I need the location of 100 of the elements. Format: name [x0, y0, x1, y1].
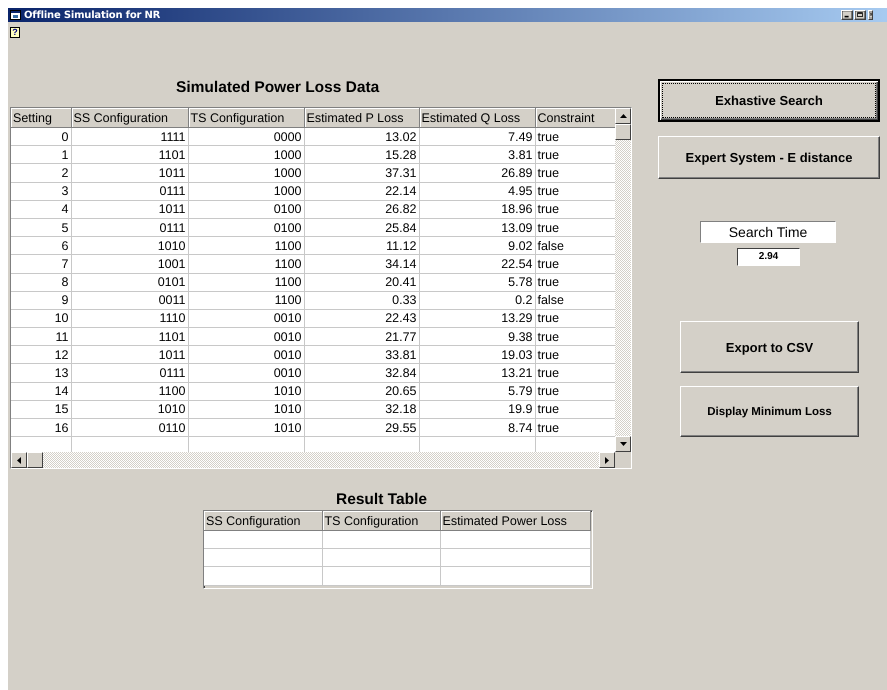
- maximize-button[interactable]: [854, 10, 866, 20]
- column-header[interactable]: TS Configuration: [322, 511, 440, 530]
- table-title: Result Table: [335, 491, 428, 510]
- scroll-up-button[interactable]: [615, 108, 631, 124]
- table-cell: 22.54: [419, 254, 535, 273]
- table-cell: 0110: [71, 418, 188, 437]
- table-cell: 1010: [71, 236, 188, 255]
- table-cell: 13.29: [419, 309, 535, 328]
- scroll-down-button[interactable]: [615, 436, 631, 452]
- table-cell: 19.03: [419, 346, 535, 364]
- table-cell: 0: [11, 128, 71, 146]
- table-cell: 9: [11, 291, 71, 310]
- table-cell: 10: [11, 309, 71, 328]
- table-cell: 1011: [71, 200, 188, 218]
- table-cell: 0111: [71, 182, 188, 200]
- table-cell: 1100: [188, 291, 304, 310]
- table-cell: 6: [11, 236, 71, 255]
- table-cell: 5.79: [419, 382, 535, 400]
- table-cell: 8.74: [419, 418, 535, 437]
- table-cell: 4.95: [419, 182, 535, 200]
- table-cell: 11: [11, 328, 71, 346]
- table-cell: 20.65: [304, 382, 419, 400]
- scroll-left-button[interactable]: [11, 452, 27, 468]
- table-cell: 13.02: [304, 128, 419, 146]
- table-cell: 12: [11, 346, 71, 364]
- table-cell: 1100: [188, 273, 304, 292]
- table-cell: 1100: [188, 254, 304, 273]
- table-cell: 3.81: [419, 146, 535, 164]
- table-cell: 0010: [188, 364, 304, 382]
- scrollbar-thumb[interactable]: [615, 124, 631, 140]
- help-button[interactable]: ?: [10, 27, 20, 38]
- minimize-button[interactable]: [841, 10, 853, 20]
- table-cell: 1101: [71, 146, 188, 164]
- scrollbar-thumb[interactable]: [27, 452, 43, 468]
- table-cell: 0100: [188, 218, 304, 237]
- table-cell: 1010: [188, 382, 304, 400]
- table-cell: 0111: [71, 218, 188, 237]
- table-cell: 1101: [71, 328, 188, 346]
- table-cell: 3: [11, 182, 71, 200]
- column-header[interactable]: Estimated P Loss: [304, 108, 419, 128]
- table-cell: 15.28: [304, 146, 419, 164]
- table-cell: 29.55: [304, 418, 419, 437]
- column-header[interactable]: Estimated Q Loss: [419, 108, 535, 128]
- table-cell: 2: [11, 164, 71, 182]
- column-header[interactable]: Setting: [11, 108, 71, 128]
- table-cell: 19.9: [419, 400, 535, 418]
- table-cell: 1100: [71, 382, 188, 400]
- search-button[interactable]: Exhastive Search: [658, 79, 880, 122]
- table-cell: 8: [11, 273, 71, 292]
- table-cell: 25.84: [304, 218, 419, 237]
- app-icon: [10, 10, 21, 20]
- export-button[interactable]: Export to CSV: [680, 321, 859, 373]
- table-cell: 34.14: [304, 254, 419, 273]
- table-cell: 1: [11, 146, 71, 164]
- table-cell: 0100: [188, 200, 304, 218]
- table-cell: 22.43: [304, 309, 419, 328]
- table-cell: 13.21: [419, 364, 535, 382]
- column-header[interactable]: Constraint: [535, 108, 615, 128]
- window-title: Offline Simulation for NR: [24, 10, 160, 20]
- column-header[interactable]: TS Configuration: [188, 108, 304, 128]
- table-cell: 7: [11, 254, 71, 273]
- table-cell: 0010: [188, 328, 304, 346]
- table-cell: 21.77: [304, 328, 419, 346]
- column-header[interactable]: SS Configuration: [71, 108, 188, 128]
- table-cell: 1110: [71, 309, 188, 328]
- table-cell: 0011: [71, 291, 188, 310]
- table-cell: 1000: [188, 164, 304, 182]
- table-cell: 5.78: [419, 273, 535, 292]
- table-cell: 15: [11, 400, 71, 418]
- table-cell: 18.96: [419, 200, 535, 218]
- table-cell: 9.38: [419, 328, 535, 346]
- table-cell: 1011: [71, 164, 188, 182]
- table-cell: 20.41: [304, 273, 419, 292]
- table-cell: 1010: [71, 400, 188, 418]
- table-title: Simulated Power Loss Data: [176, 79, 380, 98]
- search-time-value: 2.94: [737, 248, 800, 266]
- table-cell: 13: [11, 364, 71, 382]
- scroll-right-button[interactable]: [599, 452, 615, 468]
- table-cell: 0111: [71, 364, 188, 382]
- table-cell: 1010: [188, 400, 304, 418]
- table-cell: 22.14: [304, 182, 419, 200]
- table-cell: 13.09: [419, 218, 535, 237]
- left-arrow-icon: [17, 456, 21, 464]
- search-button[interactable]: Expert System - E distance: [658, 136, 880, 179]
- table-cell: 1010: [188, 418, 304, 437]
- table-cell: 1100: [188, 236, 304, 255]
- table-cell: 0.2: [419, 291, 535, 310]
- table-cell: 14: [11, 382, 71, 400]
- column-header[interactable]: SS Configuration: [204, 511, 322, 530]
- table-cell: 32.18: [304, 400, 419, 418]
- down-arrow-icon: [620, 442, 626, 446]
- table-cell: 16: [11, 418, 71, 437]
- table-cell: 26.82: [304, 200, 419, 218]
- table-cell: 5: [11, 218, 71, 237]
- close-button[interactable]: [868, 10, 873, 20]
- column-header[interactable]: Estimated Power Loss: [440, 511, 590, 530]
- search-time-label: Search Time: [700, 221, 836, 243]
- display-button[interactable]: Display Minimum Loss: [680, 386, 859, 437]
- table-cell: 0010: [188, 309, 304, 328]
- table-cell: 1011: [71, 346, 188, 364]
